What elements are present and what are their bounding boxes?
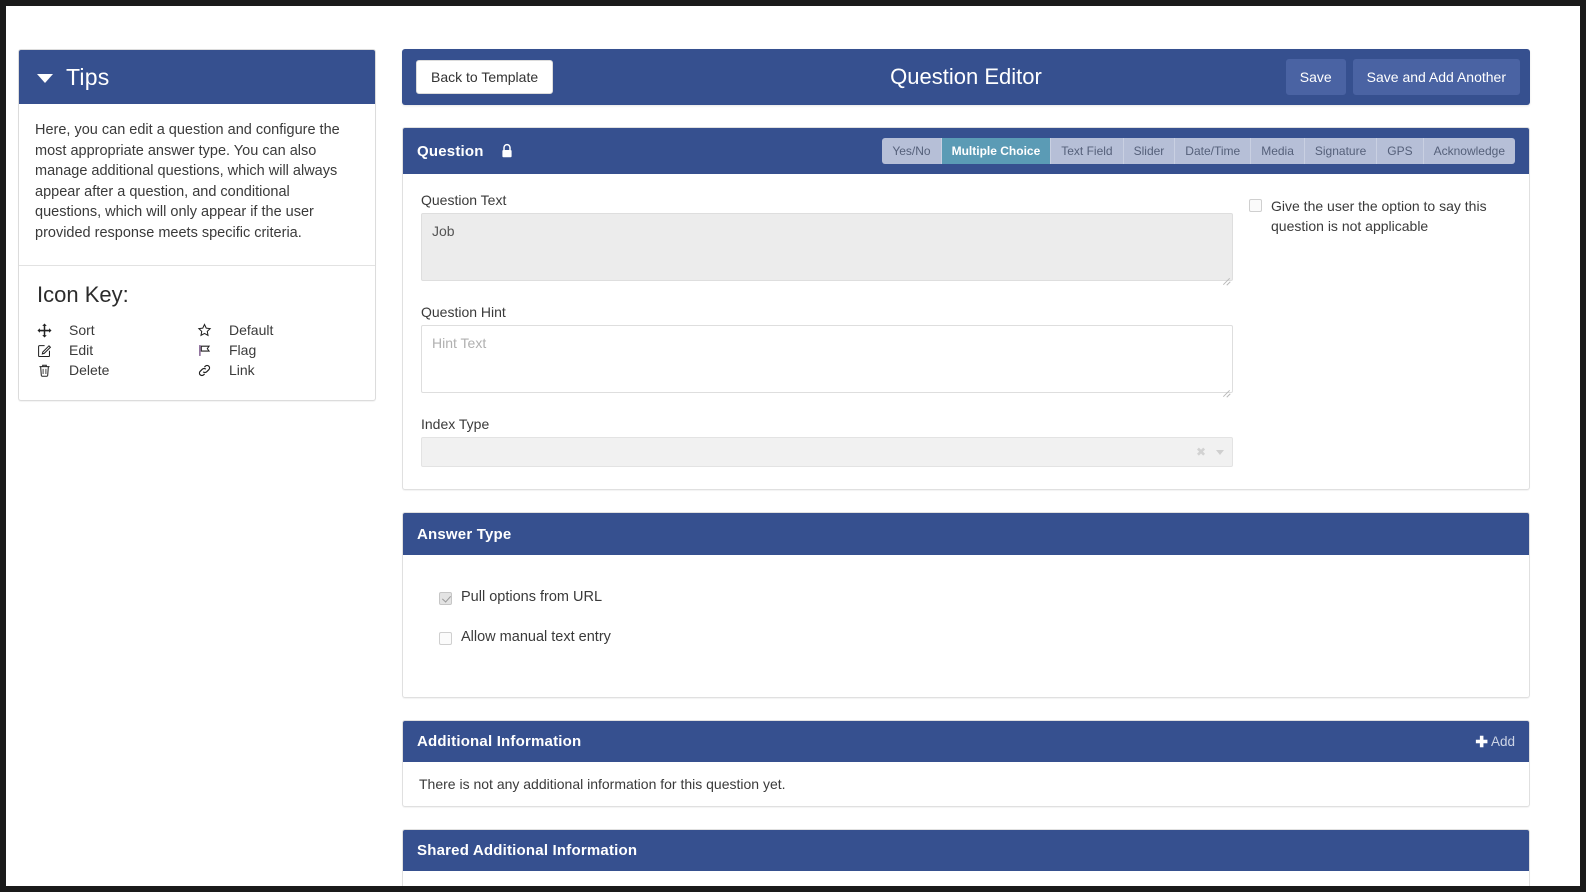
answer-type-panel-title: Answer Type — [417, 525, 512, 543]
add-additional-information-button[interactable]: ✚ Add — [1475, 733, 1515, 751]
additional-information-panel: Additional Information ✚ Add There is no… — [402, 720, 1530, 807]
icon-key-section: Icon Key: Sort Default Edit Flag Delete … — [19, 266, 375, 400]
tab-multiple-choice[interactable]: Multiple Choice — [941, 138, 1052, 164]
allow-manual-text-entry-row[interactable]: Allow manual text entry — [439, 629, 1511, 645]
tab-gps[interactable]: GPS — [1377, 138, 1424, 164]
tips-panel-header[interactable]: Tips — [19, 50, 375, 104]
icon-key-label: Edit — [69, 342, 94, 358]
icon-key-label: Default — [229, 322, 274, 338]
caret-down-icon[interactable] — [37, 74, 53, 83]
chevron-down-icon[interactable] — [1216, 449, 1224, 455]
editor-toolbar: Back to Template Question Editor Save Sa… — [402, 49, 1530, 105]
question-panel-header: Question Yes/No Multiple Choice Text Fie… — [403, 128, 1529, 174]
answer-type-panel: Answer Type Pull options from URL Allow … — [402, 512, 1530, 698]
delete-icon — [37, 363, 63, 378]
save-button[interactable]: Save — [1285, 59, 1346, 95]
star-icon — [197, 322, 223, 338]
allow-manual-text-entry-checkbox[interactable] — [439, 632, 452, 645]
icon-key-grid: Sort Default Edit Flag Delete Link — [37, 322, 359, 378]
icon-key-item-flag: Flag — [197, 342, 359, 358]
allow-manual-text-entry-label: Allow manual text entry — [461, 629, 611, 645]
tab-slider[interactable]: Slider — [1123, 138, 1176, 164]
icon-key-item-link: Link — [197, 362, 359, 378]
question-hint-label: Question Hint — [421, 304, 506, 320]
app-viewport: Tips Here, you can edit a question and c… — [6, 6, 1580, 886]
save-and-add-another-button[interactable]: Save and Add Another — [1352, 59, 1520, 95]
not-applicable-label: Give the user the option to say this que… — [1271, 198, 1487, 234]
question-text-wrapper — [421, 213, 1233, 286]
question-text-input[interactable] — [421, 213, 1233, 281]
icon-key-item-default: Default — [197, 322, 359, 338]
additional-information-title: Additional Information — [417, 733, 582, 750]
icon-key-label: Link — [229, 362, 255, 378]
sort-icon — [37, 322, 63, 338]
answer-type-panel-header: Answer Type — [403, 513, 1529, 555]
additional-information-empty-text: There is not any additional information … — [419, 776, 786, 792]
index-type-label: Index Type — [421, 416, 490, 432]
not-applicable-checkbox[interactable] — [1249, 199, 1262, 212]
question-panel-title: Question — [417, 142, 484, 160]
tab-acknowledge[interactable]: Acknowledge — [1423, 138, 1515, 164]
pull-options-from-url-row[interactable]: Pull options from URL — [439, 589, 1511, 605]
icon-key-label: Delete — [69, 362, 110, 378]
icon-key-label: Sort — [69, 322, 95, 338]
flag-icon — [197, 343, 223, 358]
not-applicable-option[interactable]: Give the user the option to say this que… — [1249, 196, 1517, 236]
tab-signature[interactable]: Signature — [1304, 138, 1378, 164]
icon-key-label: Flag — [229, 342, 257, 358]
tips-panel: Tips Here, you can edit a question and c… — [18, 49, 376, 401]
question-panel: Question Yes/No Multiple Choice Text Fie… — [402, 127, 1530, 490]
main-column: Back to Template Question Editor Save Sa… — [402, 49, 1530, 886]
question-hint-wrapper — [421, 325, 1233, 398]
tab-yes-no[interactable]: Yes/No — [882, 138, 942, 164]
back-to-template-button[interactable]: Back to Template — [416, 60, 554, 94]
tips-body-text: Here, you can edit a question and config… — [19, 104, 375, 266]
plus-icon: ✚ — [1475, 733, 1488, 751]
answer-type-tabs: Yes/No Multiple Choice Text Field Slider… — [882, 138, 1515, 164]
question-panel-body: Question Text Question Hint Index Type ✖ — [403, 174, 1529, 489]
toolbar-actions: Save Save and Add Another — [1285, 59, 1520, 95]
lock-icon — [500, 143, 514, 159]
question-hint-input[interactable] — [421, 325, 1233, 393]
icon-key-item-delete: Delete — [37, 362, 197, 378]
pull-options-from-url-label: Pull options from URL — [461, 589, 603, 605]
add-label: Add — [1490, 734, 1515, 749]
link-icon — [197, 363, 223, 378]
icon-key-item-edit: Edit — [37, 342, 197, 358]
pull-options-from-url-checkbox[interactable] — [439, 592, 452, 605]
tab-text-field[interactable]: Text Field — [1051, 138, 1124, 164]
icon-key-title: Icon Key: — [37, 282, 129, 307]
clear-x-icon[interactable]: ✖ — [1196, 446, 1206, 458]
additional-information-header: Additional Information ✚ Add — [403, 721, 1529, 762]
tab-date-time[interactable]: Date/Time — [1175, 138, 1252, 164]
tips-title: Tips — [66, 63, 110, 90]
answer-type-panel-body: Pull options from URL Allow manual text … — [403, 555, 1529, 697]
shared-additional-information-panel: Shared Additional Information There is n… — [402, 829, 1530, 886]
index-type-select[interactable]: ✖ — [421, 437, 1233, 467]
icon-key-item-sort: Sort — [37, 322, 197, 338]
tab-media[interactable]: Media — [1251, 138, 1305, 164]
edit-icon — [37, 343, 63, 358]
shared-additional-information-header: Shared Additional Information — [403, 830, 1529, 871]
shared-additional-information-title: Shared Additional Information — [417, 842, 638, 859]
shared-additional-information-empty-text: There is not any shared additional infor… — [403, 871, 1529, 886]
